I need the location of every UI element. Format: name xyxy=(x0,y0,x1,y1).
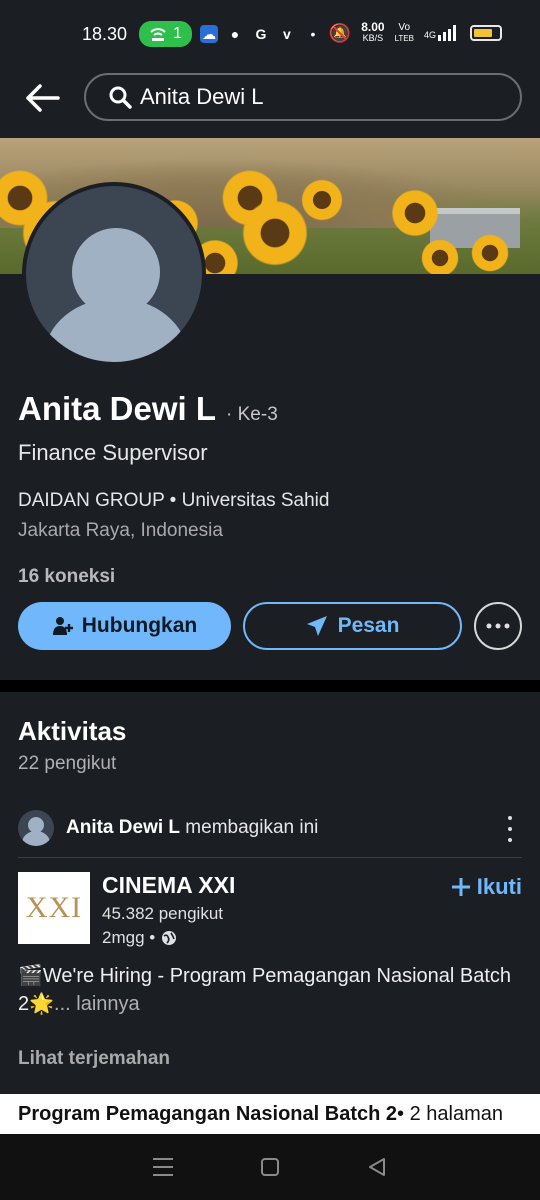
menu-icon xyxy=(153,1158,174,1176)
company-name[interactable]: CINEMA XXI xyxy=(102,872,235,899)
profile-actions: Hubungkan Pesan xyxy=(18,602,522,652)
follow-label: Ikuti xyxy=(476,874,522,899)
hotspot-count: 1 xyxy=(173,25,182,42)
hotspot-icon xyxy=(150,28,166,41)
document-pages: • 2 halaman xyxy=(397,1102,503,1125)
small-avatar[interactable] xyxy=(18,810,54,846)
connect-label: Hubungkan xyxy=(81,614,198,637)
system-nav-bar xyxy=(0,1134,540,1200)
status-bar: 18.30 1 ☁ ● G v • 🔕 8.00 KB/S Vo LTEB 4G xyxy=(0,0,540,68)
home-icon xyxy=(260,1158,279,1176)
document-preview[interactable]: Program Pemagangan Nasional Batch 2 • 2 … xyxy=(0,1094,540,1134)
company-logo[interactable]: XXI xyxy=(18,872,90,944)
activity-followers: 22 pengikut xyxy=(18,753,117,774)
cloud-app-icon: ☁ xyxy=(199,25,218,43)
back-button[interactable] xyxy=(22,78,62,118)
mute-icon: 🔕 xyxy=(328,22,352,43)
post-header: XXI CINEMA XXI 45.382 pengikut 2mgg • Ik… xyxy=(18,870,522,950)
top-bar: Anita Dewi L xyxy=(0,68,540,140)
connections-count[interactable]: 16 koneksi xyxy=(18,566,522,588)
messenger-app-icon: ● xyxy=(230,26,240,42)
volte-bottom: LTEB xyxy=(394,34,414,43)
net-speed-value: 8.00 xyxy=(361,20,385,34)
company-followers: 45.382 pengikut xyxy=(102,904,223,923)
shared-by-name[interactable]: Anita Dewi L xyxy=(66,817,180,838)
activity-hr xyxy=(18,857,522,858)
connect-button[interactable]: Hubungkan xyxy=(18,602,231,650)
signal-indicator: 4G xyxy=(424,25,460,41)
net-speed-unit: KB/S xyxy=(362,33,384,43)
profile-name: Anita Dewi L xyxy=(18,390,217,427)
more-button[interactable] xyxy=(474,602,522,650)
recent-apps-button[interactable] xyxy=(151,1155,175,1179)
profile-headline: Finance Supervisor xyxy=(18,440,208,465)
activity-section: Aktivitas 22 pengikut xyxy=(18,716,522,775)
translate-link[interactable]: Lihat terjemahan xyxy=(18,1048,170,1070)
search-bar[interactable]: Anita Dewi L xyxy=(84,73,522,121)
status-right-group: 🔕 8.00 KB/S Vo LTEB 4G xyxy=(328,20,502,44)
network-type: 4G xyxy=(423,30,436,40)
connection-degree: · Ke-3 xyxy=(226,404,278,425)
back-nav-button[interactable] xyxy=(365,1155,389,1179)
profile-avatar[interactable] xyxy=(22,182,206,366)
back-arrow-icon xyxy=(26,84,60,112)
signal-icon xyxy=(438,25,456,41)
post-text: 🎬We're Hiring - Program Pemagangan Nasio… xyxy=(18,962,518,1018)
hotspot-badge: 1 xyxy=(139,21,192,47)
post-age: 2mgg • xyxy=(102,928,156,947)
search-icon xyxy=(109,86,132,109)
send-icon xyxy=(306,616,327,636)
add-person-icon xyxy=(52,617,73,635)
see-more-link[interactable]: ... lainnya xyxy=(54,993,140,1015)
battery-icon xyxy=(470,25,502,41)
message-button[interactable]: Pesan xyxy=(243,602,462,650)
post-age-row: 2mgg • xyxy=(102,928,177,948)
net-speed: 8.00 KB/S xyxy=(361,20,385,44)
plus-icon xyxy=(451,878,470,896)
back-nav-icon xyxy=(368,1158,385,1176)
more-icon xyxy=(486,623,510,629)
document-title: Program Pemagangan Nasional Batch 2 xyxy=(18,1102,398,1125)
follow-button[interactable]: Ikuti xyxy=(451,874,522,900)
profile-location: Jakarta Raya, Indonesia xyxy=(18,520,223,541)
profile-info: Anita Dewi L · Ke-3 Finance Supervisor D… xyxy=(18,390,522,588)
message-label: Pesan xyxy=(337,614,400,637)
dot-icon: • xyxy=(310,26,316,42)
volte-top: Vo xyxy=(398,22,411,33)
globe-icon xyxy=(162,931,177,945)
shared-by-suffix: membagikan ini xyxy=(180,817,319,838)
profile-company-school[interactable]: DAIDAN GROUP • Universitas Sahid xyxy=(18,490,522,512)
activity-title: Aktivitas xyxy=(18,716,127,746)
home-button[interactable] xyxy=(258,1155,282,1179)
vivo-app-icon: v xyxy=(283,26,291,42)
shared-by-row: Anita Dewi L membagikan ini xyxy=(18,808,522,848)
volte-indicator: Vo LTEB xyxy=(395,22,414,44)
search-query: Anita Dewi L xyxy=(140,84,264,109)
section-divider xyxy=(0,680,540,692)
status-time: 18.30 xyxy=(82,23,128,44)
google-app-icon: G xyxy=(255,26,267,42)
post-options-button[interactable] xyxy=(502,816,518,842)
